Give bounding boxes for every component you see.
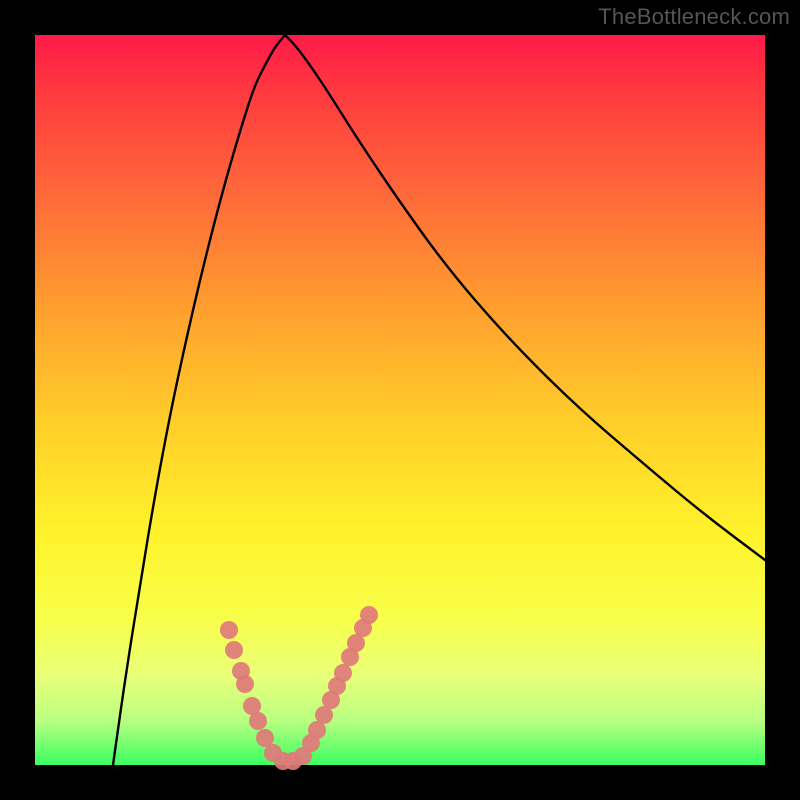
watermark-text: TheBottleneck.com — [598, 4, 790, 30]
marker-right-dots — [334, 664, 352, 682]
scatter-group — [220, 606, 378, 770]
curve-left-curve — [113, 35, 285, 765]
curves-group — [113, 35, 765, 765]
marker-left-dots — [249, 712, 267, 730]
curve-right-curve — [285, 35, 765, 560]
marker-left-dots — [220, 621, 238, 639]
marker-right-dots — [360, 606, 378, 624]
chart-frame: TheBottleneck.com — [0, 0, 800, 800]
marker-left-dots — [225, 641, 243, 659]
plot-overlay — [35, 35, 765, 765]
marker-left-dots — [236, 675, 254, 693]
